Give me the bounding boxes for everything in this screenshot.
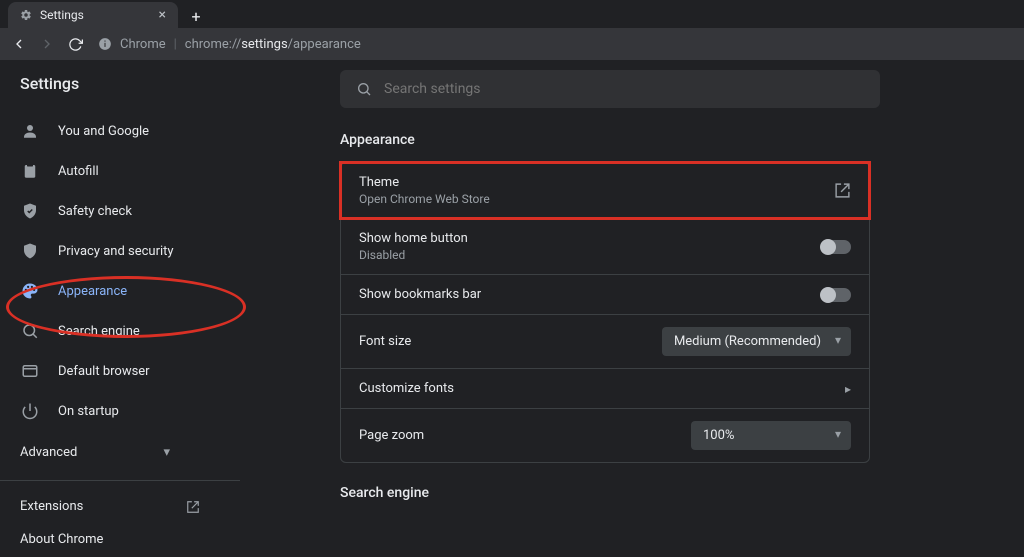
row-bookmarks-bar: Show bookmarks bar [341, 274, 869, 314]
bookmarks-label: Show bookmarks bar [359, 287, 481, 302]
row-page-zoom: Page zoom 100% [341, 408, 869, 462]
open-external-icon [186, 500, 200, 514]
open-external-icon [834, 182, 851, 199]
clipboard-icon [20, 161, 40, 181]
browser-tab[interactable]: Settings × [8, 2, 178, 28]
back-button[interactable] [10, 35, 28, 53]
sidebar-item-safety-check[interactable]: Safety check [0, 191, 280, 231]
sidebar-item-label: On startup [58, 404, 119, 419]
home-sub: Disabled [359, 248, 468, 262]
forward-button[interactable] [38, 35, 56, 53]
zoom-label: Page zoom [359, 428, 424, 443]
sidebar-item-search-engine[interactable]: Search engine [0, 311, 280, 351]
url-prefix: Chrome [120, 37, 166, 52]
search-icon [356, 81, 372, 97]
theme-sub: Open Chrome Web Store [359, 192, 490, 206]
settings-sidebar: Settings You and Google Autofill Safety … [0, 60, 280, 511]
section-appearance-title: Appearance [340, 132, 944, 148]
section-search-engine-title: Search engine [340, 485, 944, 501]
sidebar-item-you-and-google[interactable]: You and Google [0, 111, 280, 151]
row-theme[interactable]: Theme Open Chrome Web Store [341, 163, 869, 218]
browser-toolbar: Chrome | chrome://settings/appearance [0, 28, 1024, 60]
palette-icon [20, 281, 40, 301]
sidebar-item-label: You and Google [58, 124, 149, 139]
sidebar-item-label: Search engine [58, 324, 140, 339]
advanced-label: Advanced [20, 445, 77, 460]
home-label: Show home button [359, 231, 468, 246]
sidebar-item-label: Default browser [58, 364, 150, 379]
customize-fonts-label: Customize fonts [359, 381, 454, 396]
page-zoom-select[interactable]: 100% [691, 421, 851, 450]
close-tab-icon[interactable]: × [159, 7, 166, 23]
url-text: chrome://settings/appearance [185, 37, 361, 52]
search-input[interactable] [384, 81, 864, 97]
sidebar-item-on-startup[interactable]: On startup [0, 391, 280, 431]
sidebar-item-label: Appearance [58, 284, 127, 299]
divider [0, 480, 240, 481]
chevron-down-icon: ▾ [163, 445, 170, 460]
sidebar-item-label: Safety check [58, 204, 132, 219]
font-size-select[interactable]: Medium (Recommended) [662, 327, 851, 356]
fontsize-label: Font size [359, 334, 411, 349]
appearance-card: Theme Open Chrome Web Store Show home bu… [340, 162, 870, 463]
sidebar-item-appearance[interactable]: Appearance [0, 271, 280, 311]
settings-main: Appearance Theme Open Chrome Web Store S… [280, 60, 1024, 511]
sidebar-item-label: Autofill [58, 164, 99, 179]
sidebar-item-autofill[interactable]: Autofill [0, 151, 280, 191]
address-bar[interactable]: Chrome | chrome://settings/appearance [98, 37, 361, 52]
gear-icon [20, 9, 32, 21]
window-icon [20, 361, 40, 381]
row-customize-fonts[interactable]: Customize fonts ▸ [341, 368, 869, 408]
bookmarks-toggle[interactable] [821, 288, 851, 302]
search-settings[interactable] [340, 70, 880, 108]
theme-label: Theme [359, 175, 490, 190]
row-font-size: Font size Medium (Recommended) [341, 314, 869, 368]
reload-button[interactable] [66, 35, 84, 53]
site-info-icon[interactable] [98, 37, 112, 51]
row-home-button: Show home button Disabled [341, 218, 869, 274]
home-button-toggle[interactable] [821, 240, 851, 254]
sidebar-item-default-browser[interactable]: Default browser [0, 351, 280, 391]
power-icon [20, 401, 40, 421]
tab-title: Settings [40, 8, 84, 22]
sidebar-about[interactable]: About Chrome [0, 526, 280, 557]
new-tab-button[interactable]: + [184, 4, 208, 28]
person-icon [20, 121, 40, 141]
shield-icon [20, 241, 40, 261]
sidebar-item-privacy[interactable]: Privacy and security [0, 231, 280, 271]
sidebar-item-label: Privacy and security [58, 244, 174, 259]
about-label: About Chrome [20, 532, 103, 547]
sidebar-advanced[interactable]: Advanced ▾ [0, 431, 190, 474]
shield-check-icon [20, 201, 40, 221]
page-title: Settings [0, 74, 280, 111]
chevron-right-icon: ▸ [845, 382, 851, 396]
search-icon [20, 321, 40, 341]
url-separator: | [174, 37, 177, 52]
extensions-label: Extensions [20, 499, 83, 514]
sidebar-extensions[interactable]: Extensions [0, 487, 220, 526]
